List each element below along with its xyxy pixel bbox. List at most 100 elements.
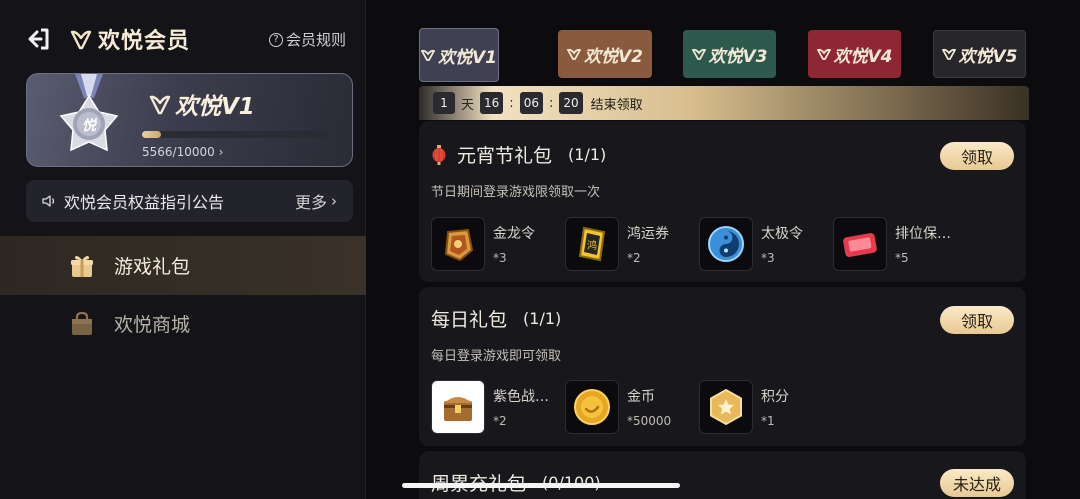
reward-item[interactable]: 金龙令 *3 <box>431 217 565 271</box>
sidebar-item-store[interactable]: 欢悦商城 <box>0 294 366 353</box>
svg-text:鸿: 鸿 <box>587 239 597 252</box>
reward-item[interactable]: 金币 *50000 <box>565 380 699 434</box>
reward-qty: *2 <box>627 251 641 265</box>
reward-qty: *1 <box>761 414 775 428</box>
countdown-seconds: 20 <box>559 92 583 114</box>
sidebar-item-label: 游戏礼包 <box>114 256 191 278</box>
gift-pack-desc: 节日期间登录游戏限领取一次 <box>431 185 601 200</box>
shopping-bag-icon <box>72 311 92 335</box>
tab-label: 欢悦V2 <box>584 46 643 67</box>
reward-thumb <box>565 380 619 434</box>
announcement-text: 欢悦会员权益指引公告 <box>64 193 225 212</box>
rank-protection-card-icon <box>843 233 877 257</box>
more-link[interactable]: 更多 › <box>295 189 337 213</box>
reward-name: 金龙令 <box>493 226 535 242</box>
reward-qty: *50000 <box>627 414 672 428</box>
level-progress-bar <box>142 131 327 138</box>
countdown-days: 1 <box>433 92 455 114</box>
sidebar: 欢悦会员 ? 会员规则 悦 欢悦V1 5566/10000 › 欢悦会员权益指引… <box>0 0 366 499</box>
tab-label: 欢悦V3 <box>708 46 768 67</box>
reward-list: 紫色战… *2 金币 *50000 积分 *1 <box>431 380 833 434</box>
member-level-name: 欢悦V1 <box>149 87 255 121</box>
reward-info: 鸿运券 *2 <box>627 223 669 265</box>
rules-label: 会员规则 <box>285 31 346 49</box>
countdown-separator: : <box>548 95 554 111</box>
home-indicator[interactable] <box>402 483 680 488</box>
claim-button[interactable]: 领取 <box>940 142 1014 170</box>
reward-info: 紫色战… *2 <box>493 386 549 428</box>
tab-level-v3[interactable]: 欢悦V3 <box>683 30 776 78</box>
level-logo-icon <box>567 48 581 60</box>
sidebar-item-label: 欢悦商城 <box>114 314 191 336</box>
taiji-token-icon <box>708 226 744 262</box>
reward-info: 金币 *50000 <box>627 386 671 428</box>
not-achieved-button[interactable]: 未达成 <box>940 469 1014 497</box>
gift-pack-name: 每日礼包 <box>431 309 508 331</box>
reward-info: 排位保… *5 <box>895 223 951 265</box>
reward-qty: *3 <box>493 251 507 265</box>
gift-pack-title: 每日礼包 (1/1) <box>431 305 561 332</box>
reward-thumb <box>431 217 485 271</box>
level-progress-text: 5566/10000 <box>142 145 215 159</box>
level-logo-icon <box>941 48 956 60</box>
reward-qty: *5 <box>895 251 909 265</box>
gift-box-icon <box>71 255 93 277</box>
chevron-right-icon: › <box>218 145 224 159</box>
tab-level-v1[interactable]: 欢悦V1 <box>419 28 499 82</box>
reward-thumb <box>699 380 753 434</box>
main-content: 欢悦V1 欢悦V2 欢悦V3 欢悦V4 欢悦V5 1 天 16 : 06: 2… <box>367 0 1080 499</box>
sidebar-item-game-gifts[interactable]: 游戏礼包 <box>0 236 366 295</box>
countdown-minutes: 06 <box>519 92 543 114</box>
gift-pack-title: 元宵节礼包 (1/1) <box>431 141 606 168</box>
reward-item[interactable]: 太极令 *3 <box>699 217 833 271</box>
level-name-text: 欢悦V1 <box>175 94 255 120</box>
reward-item[interactable]: 紫色战… *2 <box>431 380 565 434</box>
lantern-icon <box>432 144 446 165</box>
countdown-separator: : <box>509 95 514 111</box>
reward-item[interactable]: 排位保… *5 <box>833 217 967 271</box>
level-progress-link[interactable]: 5566/10000 › <box>142 145 223 159</box>
countdown-hours: 16 <box>480 92 504 114</box>
reward-name: 太极令 <box>761 226 803 242</box>
brand-logo-icon <box>70 30 92 50</box>
level-tabs: 欢悦V1 欢悦V2 欢悦V3 欢悦V4 欢悦V5 <box>419 28 1029 82</box>
tab-label: 欢悦V5 <box>958 46 1018 67</box>
announcement-bar[interactable]: 欢悦会员权益指引公告 更多 › <box>26 180 353 222</box>
gift-pack-card: 每日礼包 (1/1) 领取 每日登录游戏即可领取 紫色战… *2 金币 *500… <box>419 287 1026 446</box>
reward-thumb: 鸿 <box>565 217 619 271</box>
reward-name: 紫色战… <box>493 389 549 405</box>
gift-pack-count: (1/1) <box>568 145 607 164</box>
countdown-day-unit: 天 <box>461 97 475 113</box>
gift-pack-name: 元宵节礼包 <box>457 145 553 167</box>
gold-coin-icon <box>574 389 610 425</box>
top-bar: 欢悦会员 ? 会员规则 <box>26 22 346 56</box>
rules-link[interactable]: ? 会员规则 <box>268 29 346 50</box>
gift-pack-desc: 每日登录游戏即可领取 <box>431 349 562 364</box>
reward-name: 积分 <box>761 389 789 405</box>
more-label: 更多 <box>294 193 327 212</box>
golden-dragon-token-icon <box>444 228 474 262</box>
fortune-ticket-icon: 鸿 <box>578 226 606 262</box>
reward-name: 排位保… <box>895 226 951 242</box>
countdown-bar: 1 天 16 : 06 : 20 结束领取 <box>419 86 1029 120</box>
page: 欢悦会员 ? 会员规则 悦 欢悦V1 5566/10000 › 欢悦会员权益指引… <box>0 0 1080 499</box>
member-level-card: 悦 欢悦V1 5566/10000 › <box>26 73 353 167</box>
gift-pack-count: (1/1) <box>523 309 562 328</box>
reward-item[interactable]: 积分 *1 <box>699 380 833 434</box>
tab-level-v4[interactable]: 欢悦V4 <box>808 30 901 78</box>
purple-chest-icon <box>444 397 472 421</box>
claim-button[interactable]: 领取 <box>940 306 1014 334</box>
reward-info: 太极令 *3 <box>761 223 803 265</box>
reward-name: 金币 <box>627 389 655 405</box>
level-logo-icon <box>149 95 171 115</box>
reward-qty: *3 <box>761 251 775 265</box>
tab-level-v5[interactable]: 欢悦V5 <box>933 30 1026 78</box>
tab-level-v2[interactable]: 欢悦V2 <box>558 30 652 78</box>
reward-qty: *2 <box>493 414 507 428</box>
countdown-suffix: 结束领取 <box>590 97 643 113</box>
reward-name: 鸿运券 <box>627 226 669 242</box>
silver-medal-icon: 悦 <box>59 74 119 152</box>
reward-item[interactable]: 鸿 鸿运券 *2 <box>565 217 699 271</box>
back-arrow-icon[interactable] <box>26 26 52 52</box>
reward-info: 金龙令 *3 <box>493 223 535 265</box>
